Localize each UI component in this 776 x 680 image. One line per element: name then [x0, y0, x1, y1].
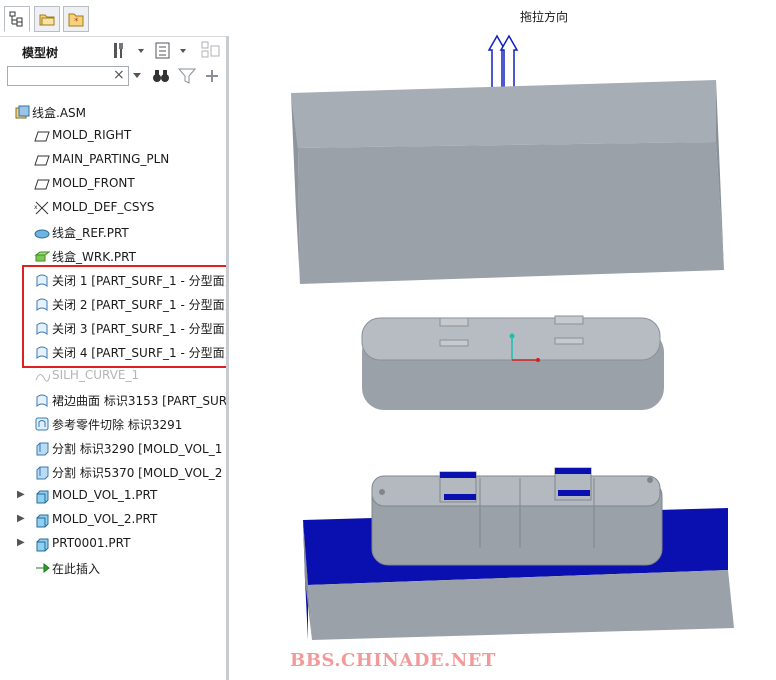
watermark-text: BBS.CHINADE.NET	[290, 650, 496, 671]
pull-direction-label: 拖拉方向	[520, 10, 569, 24]
molded-part	[361, 315, 664, 410]
lower-mold-block	[303, 467, 734, 640]
mold-3d-scene	[291, 34, 734, 640]
upper-mold-block	[291, 80, 724, 284]
